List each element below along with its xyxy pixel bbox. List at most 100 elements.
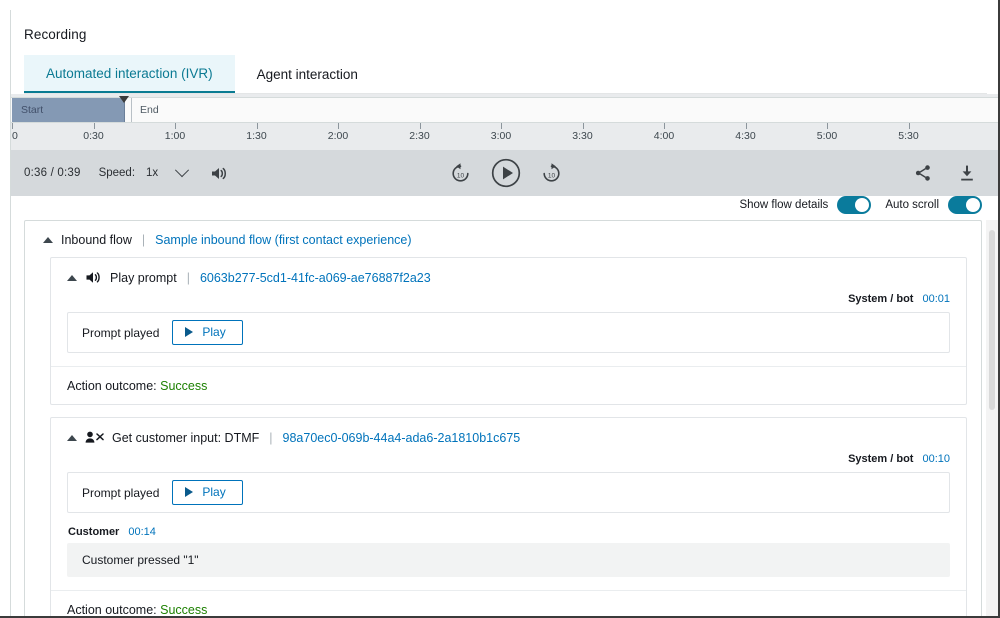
timeline-tick-label: 5:00 [817,130,837,142]
recording-panel: Recording Automated interaction (IVR) Ag… [0,0,1000,618]
auto-scroll-toggle[interactable] [948,196,982,214]
play-prompt-button-label: Play [202,325,225,339]
timeline-ruler: 0 0:30 1:00 1:30 2:00 2:30 3:00 3:30 4:00 4:30 5:0… [11,123,1000,150]
share-icon[interactable] [914,164,932,182]
collapse-caret-icon[interactable] [67,435,77,441]
tab-automated-interaction[interactable]: Automated interaction (IVR) [24,55,235,93]
timeline-tick [420,123,421,129]
flow-details-panel: Inbound flow | Sample inbound flow (firs… [24,220,982,618]
tab-agent-interaction-label: Agent interaction [257,67,358,82]
block-id-link[interactable]: 6063b277-5cd1-41fc-a069-ae76887f2a23 [200,271,431,285]
speaker-row: System / bot 00:01 [51,285,966,309]
timeline-tick-label: 1:30 [246,130,266,142]
timeline-tick-label: 0:30 [83,130,103,142]
tab-agent-interaction[interactable]: Agent interaction [235,55,380,93]
inbound-flow-header: Inbound flow | Sample inbound flow (firs… [25,221,981,257]
scrollbar-thumb[interactable] [989,230,995,410]
timeline-tick [909,123,910,129]
page-title: Recording [24,27,86,42]
action-outcome-row: Action outcome: Success [51,366,966,404]
tab-bar: Automated interaction (IVR) Agent intera… [24,55,987,94]
block-title: Play prompt [110,271,177,285]
action-outcome-value: Success [160,379,207,393]
timeline-playhead[interactable] [119,96,129,103]
separator: | [140,233,147,247]
player-controls-left: 0:36 / 0:39 Speed: 1x [11,166,227,181]
collapse-caret-icon[interactable] [67,275,77,281]
timeline-tick [746,123,747,129]
timeline-segment-start[interactable]: Start [12,98,125,122]
play-prompt-button[interactable]: Play [172,480,242,504]
rewind-10-icon[interactable]: 10 [448,161,473,186]
show-flow-details-group: Show flow details [739,196,871,214]
action-outcome-row: Action outcome: Success [51,590,966,618]
speaker-label: System / bot [848,293,913,305]
flow-block-get-customer-input: Get customer input: DTMF | 98a70ec0-069b… [50,417,967,618]
block-header: Play prompt | 6063b277-5cd1-41fc-a069-ae… [51,258,966,285]
speaker-label: System / bot [848,453,913,465]
show-flow-details-label: Show flow details [739,199,828,211]
speaker-prompt-icon [85,270,102,285]
customer-label: Customer [68,526,119,538]
timeline-tick [827,123,828,129]
timeline-tick-label: 5:30 [898,130,918,142]
toggle-knob [966,198,980,212]
play-icon [185,327,193,337]
collapse-caret-icon[interactable] [43,237,53,243]
toggle-knob [855,198,869,212]
timeline-tick [338,123,339,129]
flow-details-scroll-area[interactable]: Inbound flow | Sample inbound flow (firs… [25,221,981,618]
prompt-played-label: Prompt played [82,486,159,500]
show-flow-details-toggle[interactable] [837,196,871,214]
svg-text:10: 10 [547,172,555,179]
player-controls: 0:36 / 0:39 Speed: 1x 1 [11,150,1000,196]
vertical-scrollbar[interactable] [986,220,998,616]
window-top-margin [0,0,1000,10]
prompt-played-box: Prompt played Play [67,312,950,353]
play-button[interactable] [490,157,522,189]
flow-block-play-prompt: Play prompt | 6063b277-5cd1-41fc-a069-ae… [50,257,967,405]
separator: | [185,271,192,285]
timeline-segment-end[interactable]: End [131,98,1000,122]
forward-10-icon[interactable]: 10 [539,161,564,186]
download-icon[interactable] [958,164,976,182]
play-icon [185,487,193,497]
auto-scroll-label: Auto scroll [885,199,939,211]
speaker-timestamp[interactable]: 00:01 [922,293,950,305]
action-outcome-value: Success [160,603,207,617]
player-controls-right [914,164,976,182]
separator: | [267,431,274,445]
timeline-tick [583,123,584,129]
inbound-flow-label: Inbound flow [61,233,132,247]
speaker-row: System / bot 00:10 [51,445,966,469]
speed-value[interactable]: 1x [146,167,158,179]
volume-icon[interactable] [210,166,227,181]
timeline-tick-label: 0 [12,130,18,142]
speaker-timestamp[interactable]: 00:10 [922,453,950,465]
timeline-tick-label: 3:30 [572,130,592,142]
timeline-start-label: Start [12,104,43,116]
action-outcome-label: Action outcome: [67,603,157,617]
window-left-border [0,0,11,618]
timeline-track[interactable]: Start End [11,97,1000,123]
chevron-down-icon[interactable] [175,163,189,177]
prompt-played-box: Prompt played Play [67,472,950,513]
timeline-tick-label: 2:00 [328,130,348,142]
action-outcome-label: Action outcome: [67,379,157,393]
block-id-link[interactable]: 98a70ec0-069b-44a4-ada6-2a1810b1c675 [283,431,521,445]
customer-timestamp[interactable]: 00:14 [128,526,156,538]
inbound-flow-link[interactable]: Sample inbound flow (first contact exper… [155,233,411,247]
timeline[interactable]: Start End 0 0:30 1:00 1:30 2:00 2:30 3:00 3:30 4… [11,94,1000,150]
timeline-tick-label: 2:30 [409,130,429,142]
timeline-tick [12,123,13,129]
timeline-tick [664,123,665,129]
play-prompt-button[interactable]: Play [172,320,242,344]
timeline-tick-label: 1:00 [165,130,185,142]
block-title: Get customer input: DTMF [112,431,259,445]
svg-text:10: 10 [456,172,464,179]
tab-automated-interaction-label: Automated interaction (IVR) [46,66,213,81]
timeline-tick-label: 4:00 [654,130,674,142]
customer-input-icon [85,430,104,445]
timeline-tick-label: 3:00 [491,130,511,142]
timeline-tick-label: 4:30 [735,130,755,142]
